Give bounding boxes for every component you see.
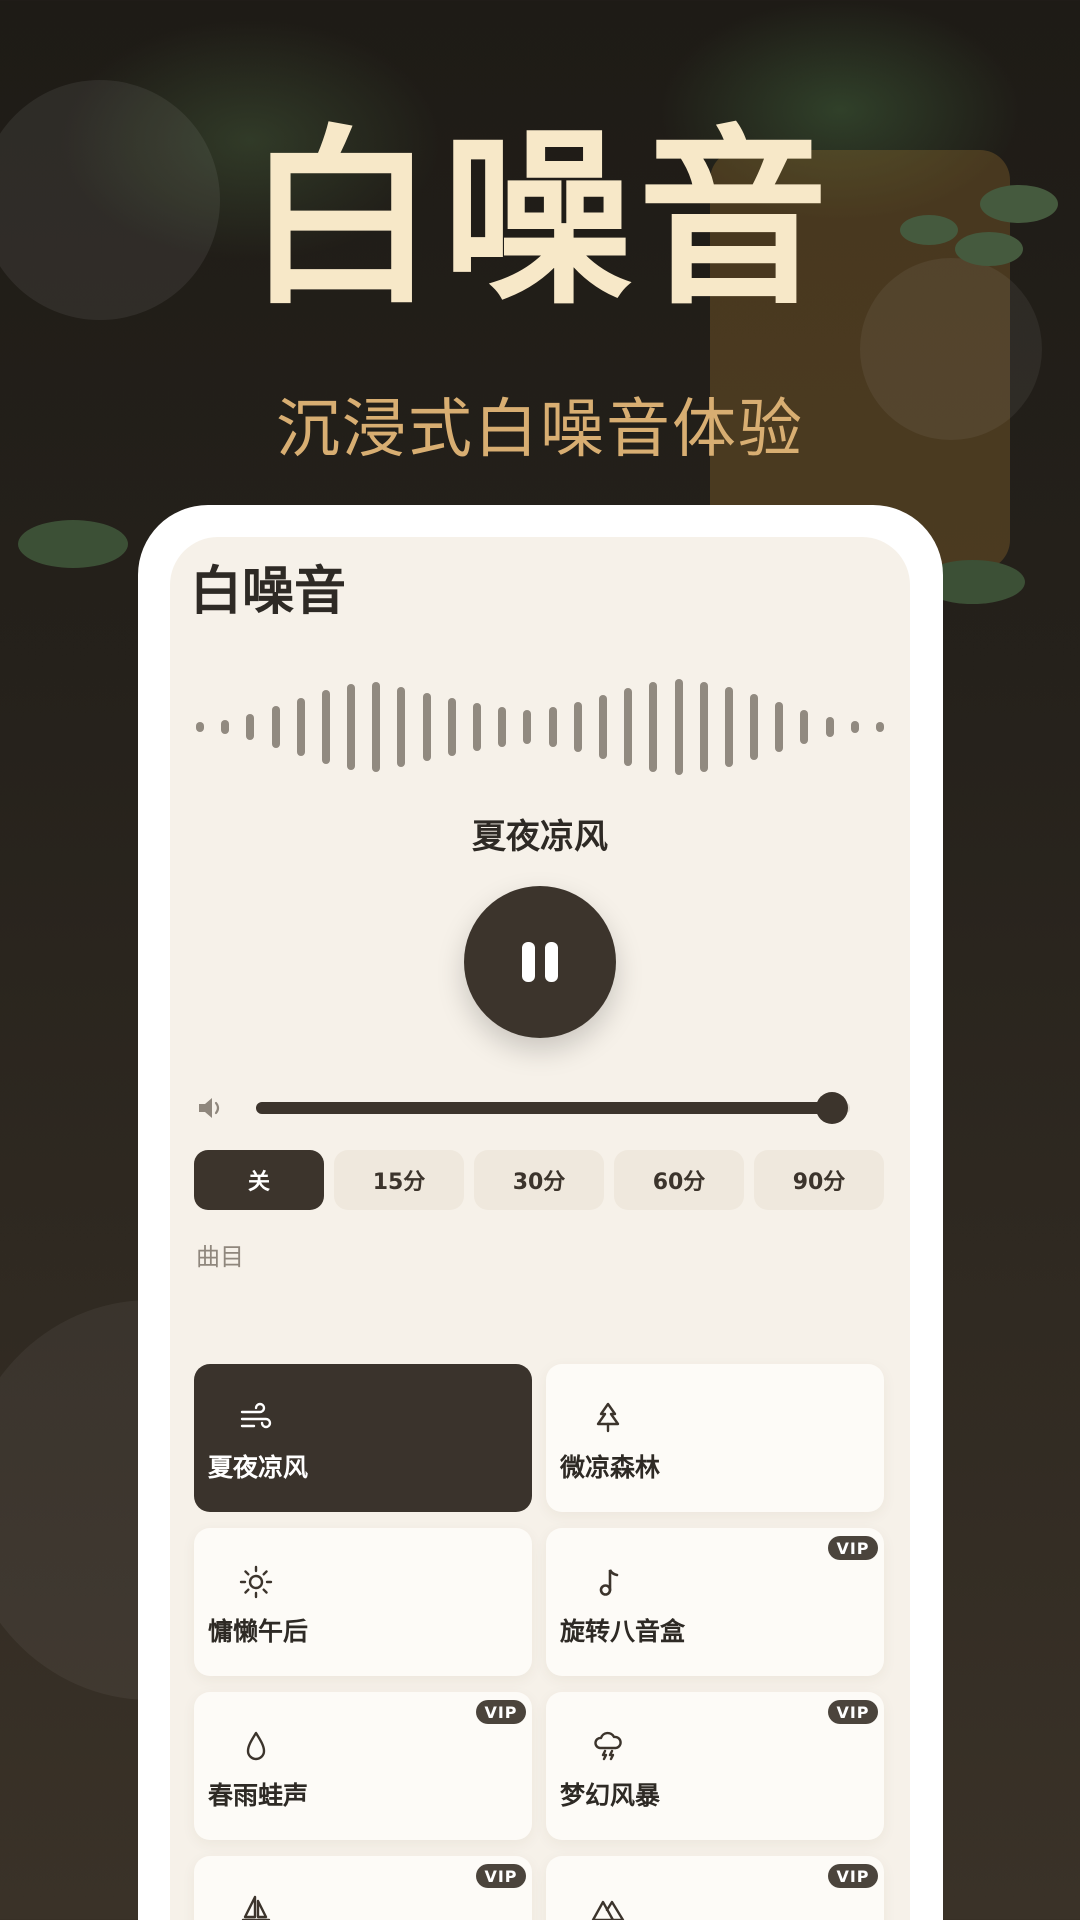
timer-option-off[interactable]: 关 [194, 1150, 324, 1210]
track-label: 夏夜凉风 [208, 1453, 309, 1482]
mountains-icon [591, 1900, 625, 1920]
waveform-bar [246, 714, 255, 740]
timer-option-15[interactable]: 15分 [334, 1150, 464, 1210]
waveform-bar [271, 706, 280, 748]
volume-slider[interactable] [256, 1092, 850, 1124]
waveform-bar [649, 682, 658, 772]
track-card[interactable]: VIP 梦幻风暴 [546, 1692, 884, 1840]
app-title: 白噪音 [190, 562, 347, 622]
waveform-bar [221, 720, 230, 734]
waveform-bar [724, 687, 733, 767]
waveform-bar [473, 703, 482, 751]
track-label: 梦幻风暴 [560, 1781, 661, 1810]
track-card[interactable]: 微凉森林 [546, 1364, 884, 1512]
track-card[interactable]: 慵懒午后 [194, 1528, 532, 1676]
waveform-bar [422, 693, 431, 761]
pine-tree-icon [596, 1402, 620, 1433]
hero-title: 白噪音 [245, 109, 834, 330]
waveform-bar [447, 698, 456, 756]
timer-option-30[interactable]: 30分 [474, 1150, 604, 1210]
track-card[interactable]: VIP [194, 1856, 532, 1920]
track-card[interactable]: VIP 春雨蛙声 [194, 1692, 532, 1840]
timer-option-90[interactable]: 90分 [754, 1150, 884, 1210]
vip-badge: VIP [476, 1864, 526, 1888]
track-label: 旋转八音盒 [560, 1617, 686, 1646]
volume-slider-handle[interactable] [816, 1092, 849, 1124]
waveform-bar [321, 690, 330, 764]
app-screen: 白噪音 夏夜凉风 关 15分 30分 60分 90分 曲目 夏夜凉风 微凉森林 … [170, 537, 910, 1920]
waveform-bar [800, 710, 809, 744]
water-drop-icon [246, 1731, 266, 1761]
track-card[interactable]: 夏夜凉风 [194, 1364, 532, 1512]
tracks-section-label: 曲目 [196, 1243, 244, 1271]
sun-icon [239, 1565, 273, 1599]
waveform-bar [548, 707, 557, 747]
vip-badge: VIP [476, 1700, 526, 1724]
music-note-icon [599, 1569, 619, 1596]
track-card[interactable]: VIP 旋转八音盒 [546, 1528, 884, 1676]
waveform-bar [674, 679, 683, 775]
volume-fill [256, 1102, 833, 1114]
waveform-bar [397, 687, 406, 767]
waveform-bar [750, 694, 759, 760]
pause-icon [522, 942, 535, 982]
audio-waveform [196, 677, 884, 777]
waveform-bar [775, 702, 784, 752]
storm-cloud-icon [594, 1731, 622, 1761]
waveform-bar [624, 688, 633, 766]
waveform-bar [699, 682, 708, 772]
wind-icon [240, 1402, 272, 1429]
waveform-bar [196, 722, 204, 732]
vip-badge: VIP [828, 1864, 878, 1888]
waveform-bar [372, 682, 381, 772]
speaker-icon[interactable] [196, 1093, 226, 1123]
now-playing-title: 夏夜凉风 [472, 817, 608, 857]
timer-options: 关 15分 30分 60分 90分 [194, 1150, 894, 1212]
decorative-leaf [18, 520, 128, 568]
waveform-bar [876, 722, 884, 732]
sailboat-icon [241, 1895, 271, 1920]
waveform-bar [573, 702, 582, 752]
waveform-bar [296, 698, 305, 756]
waveform-bar [598, 695, 607, 759]
track-label: 春雨蛙声 [208, 1781, 309, 1810]
pause-button[interactable] [464, 886, 616, 1038]
waveform-bar [523, 710, 532, 744]
track-card[interactable]: VIP [546, 1856, 884, 1920]
hero-subtitle: 沉浸式白噪音体验 [276, 393, 804, 467]
timer-option-60[interactable]: 60分 [614, 1150, 744, 1210]
vip-badge: VIP [828, 1536, 878, 1560]
waveform-bar [498, 707, 507, 747]
waveform-bar [850, 721, 859, 733]
vip-badge: VIP [828, 1700, 878, 1724]
pause-icon [545, 942, 558, 982]
track-label: 慵懒午后 [208, 1617, 309, 1646]
track-label: 微凉森林 [560, 1453, 661, 1482]
waveform-bar [347, 684, 356, 770]
waveform-bar [825, 717, 834, 737]
